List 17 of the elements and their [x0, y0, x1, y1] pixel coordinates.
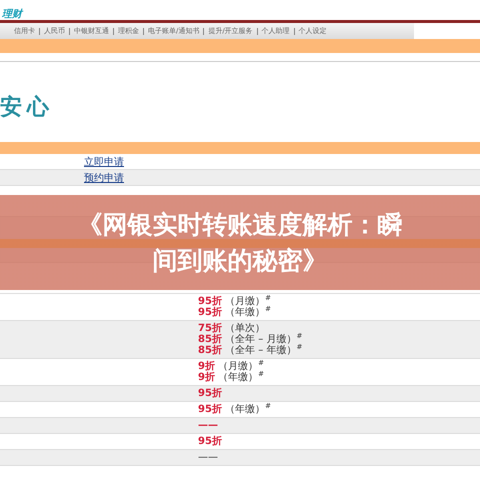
table-cell: —— — [198, 452, 218, 463]
apply-link[interactable]: 预约申请 — [84, 170, 124, 184]
discount-text: —— — [198, 420, 218, 431]
discount-text: 95折 （年缴）$^{#}$ — [198, 404, 271, 415]
discount-text: 9折 （年缴）$^{#}$ — [198, 372, 264, 383]
discount-text: 95折 — [198, 436, 222, 447]
logo: 理财 — [1, 8, 24, 20]
apply-link[interactable]: 立即申请 — [84, 154, 124, 168]
discount-text: 95折 （月缴）$^{#}$ — [198, 296, 271, 307]
discount-text: 85折 （全年 – 月缴）$^{#}$ — [198, 334, 302, 345]
page-heading: 安心 — [0, 94, 55, 122]
discount-text: 95折 — [198, 388, 222, 399]
discount-text: 75折 （单次） — [198, 323, 266, 334]
discount-text: 95折 （年缴）$^{#}$ — [198, 307, 271, 318]
discount-text: 85折 （全年 – 年缴）$^{#}$ — [198, 345, 302, 356]
discount-text: 9折 （月缴）$^{#}$ — [198, 361, 264, 372]
banner-title: 《网银实时转账速度解析：瞬间到账的秘密》 — [76, 208, 404, 276]
